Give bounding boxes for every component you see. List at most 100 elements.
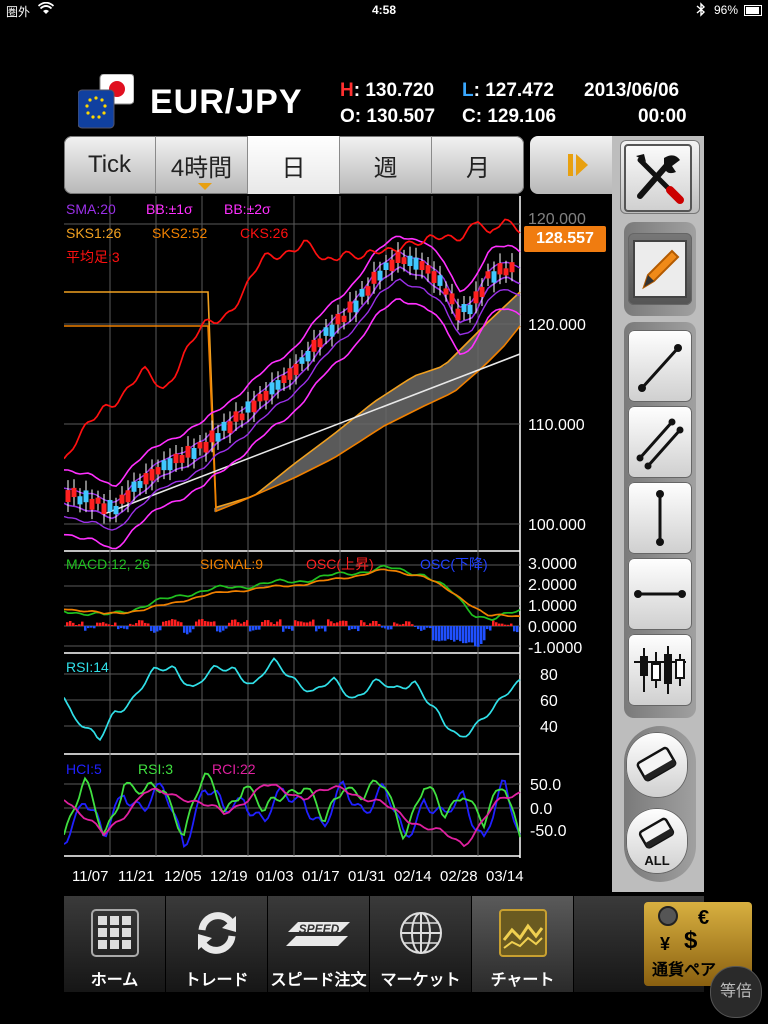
macd-histogram-bar	[165, 620, 168, 626]
candle-body	[341, 315, 347, 323]
macd-histogram-bar	[351, 626, 354, 630]
candle-body	[317, 338, 323, 348]
tools-button[interactable]	[620, 140, 700, 214]
macd-histogram-bar	[492, 620, 495, 626]
macd-histogram-bar	[459, 626, 462, 642]
tab-day[interactable]: 日	[248, 136, 340, 194]
macd-histogram-bar	[330, 621, 333, 626]
macd-histogram-bar	[159, 626, 162, 631]
macd-histogram-bar	[99, 622, 102, 626]
candle-body	[407, 255, 413, 267]
x-axis-date-label: 11/07	[72, 868, 109, 885]
macd-histogram-bar	[321, 626, 324, 629]
macd-histogram-bar	[303, 622, 306, 626]
toggle-toolbar-button[interactable]	[530, 136, 620, 194]
candle-chart-tool-button[interactable]	[628, 634, 692, 706]
eraser-button[interactable]	[626, 732, 688, 798]
chevron-right-icon	[568, 154, 588, 176]
macd-axis-label: 1.0000	[528, 598, 577, 615]
macd-histogram-bar	[90, 626, 93, 628]
candle-body	[179, 454, 185, 463]
candle-body	[239, 413, 245, 421]
pencil-button[interactable]	[628, 233, 692, 305]
candle-body	[101, 503, 107, 515]
candle-body	[203, 441, 209, 453]
tab-tick[interactable]: Tick	[64, 136, 156, 194]
candle-body	[395, 251, 401, 263]
macd-histogram-bar	[264, 620, 267, 626]
candle-body	[389, 259, 395, 272]
candle-body	[191, 447, 197, 459]
horizontal-line-tool-button[interactable]	[628, 558, 692, 630]
vertical-line-icon	[656, 490, 664, 546]
macd-histogram-bar	[324, 626, 327, 632]
candle-body	[359, 288, 365, 297]
tab-currency-pair-label: 通貨ペア	[652, 962, 717, 979]
tab-trade[interactable]: トレード	[166, 896, 268, 992]
macd-histogram-bar	[309, 621, 312, 626]
rsi-axis-label: 60	[540, 693, 558, 710]
vertical-line-tool-button[interactable]	[628, 482, 692, 554]
macd-histogram-bar	[111, 625, 114, 626]
macd-histogram-bar	[216, 626, 219, 632]
macd-histogram-bar	[87, 626, 90, 629]
macd-histogram-bar	[297, 621, 300, 626]
macd-axis-label: 3.0000	[528, 556, 577, 573]
macd-histogram-bar	[444, 626, 447, 641]
candle-body	[215, 433, 221, 442]
tab-chart[interactable]: チャート	[472, 896, 574, 992]
low-price: L: 127.472	[462, 80, 554, 101]
tab-home[interactable]: ホーム	[64, 896, 166, 992]
macd-histogram-bar	[381, 626, 384, 628]
candle-body	[443, 288, 449, 295]
tab-4hour[interactable]: 4時間	[156, 136, 248, 194]
tab-speed-order[interactable]: SPEED スピード注文	[268, 896, 370, 992]
macd-histogram-bar	[126, 626, 129, 630]
parallel-lines-tool-button[interactable]	[628, 406, 692, 478]
current-price-tag: 128.557	[524, 226, 606, 252]
candle-body	[263, 390, 269, 401]
candle-body	[425, 265, 431, 274]
macd-histogram-bar	[399, 624, 402, 626]
tab-month[interactable]: 月	[432, 136, 524, 194]
tab-market[interactable]: マーケット	[370, 896, 472, 992]
candle-body	[311, 339, 317, 352]
speed-badge: SPEED	[299, 922, 340, 936]
macd-histogram-bar	[261, 621, 264, 626]
macd-histogram-bar	[480, 626, 483, 645]
macd-histogram-bar	[150, 626, 153, 632]
hci-axis-label: -50.0	[530, 823, 567, 840]
legend-heikin-ashi: 平均足:3	[66, 249, 120, 265]
candle-body	[71, 487, 77, 498]
price-chart[interactable]: SMA:20 BB:±1σ BB:±2σ SKS1:26 SKS2:52 CKS:26 平均…	[64, 196, 612, 896]
candle-body	[473, 291, 479, 304]
candle-body	[281, 375, 287, 384]
speed-icon: SPEED	[286, 922, 350, 946]
macd-signal-line	[64, 568, 521, 618]
candle-body	[347, 301, 353, 313]
erase-all-button[interactable]: ALL	[626, 808, 688, 874]
candle-body	[257, 393, 263, 402]
macd-histogram-bar	[210, 621, 213, 626]
macd-histogram-bar	[249, 626, 252, 632]
candle-body	[305, 350, 311, 362]
macd-histogram-bar	[132, 624, 135, 626]
macd-histogram-bar	[234, 619, 237, 626]
candle-body	[149, 469, 155, 481]
macd-histogram-bar	[183, 626, 186, 633]
macd-histogram-bar	[318, 626, 321, 629]
macd-histogram-bar	[372, 620, 375, 626]
erase-all-label: ALL	[644, 853, 670, 868]
macd-histogram-bar	[75, 625, 78, 626]
macd-histogram-bar	[147, 623, 150, 626]
legend-bb-1sigma: BB:±1σ	[146, 201, 193, 217]
trendline-tool-button[interactable]	[628, 330, 692, 402]
macd-histogram-bar	[414, 626, 417, 627]
candle-body	[131, 481, 137, 492]
tab-week[interactable]: 週	[340, 136, 432, 194]
macd-histogram-bar	[423, 626, 426, 630]
candle-body	[95, 497, 101, 504]
candle-body	[65, 490, 71, 503]
pencil-panel	[624, 222, 696, 316]
zoom-reset-button[interactable]: 等倍	[710, 966, 762, 1018]
